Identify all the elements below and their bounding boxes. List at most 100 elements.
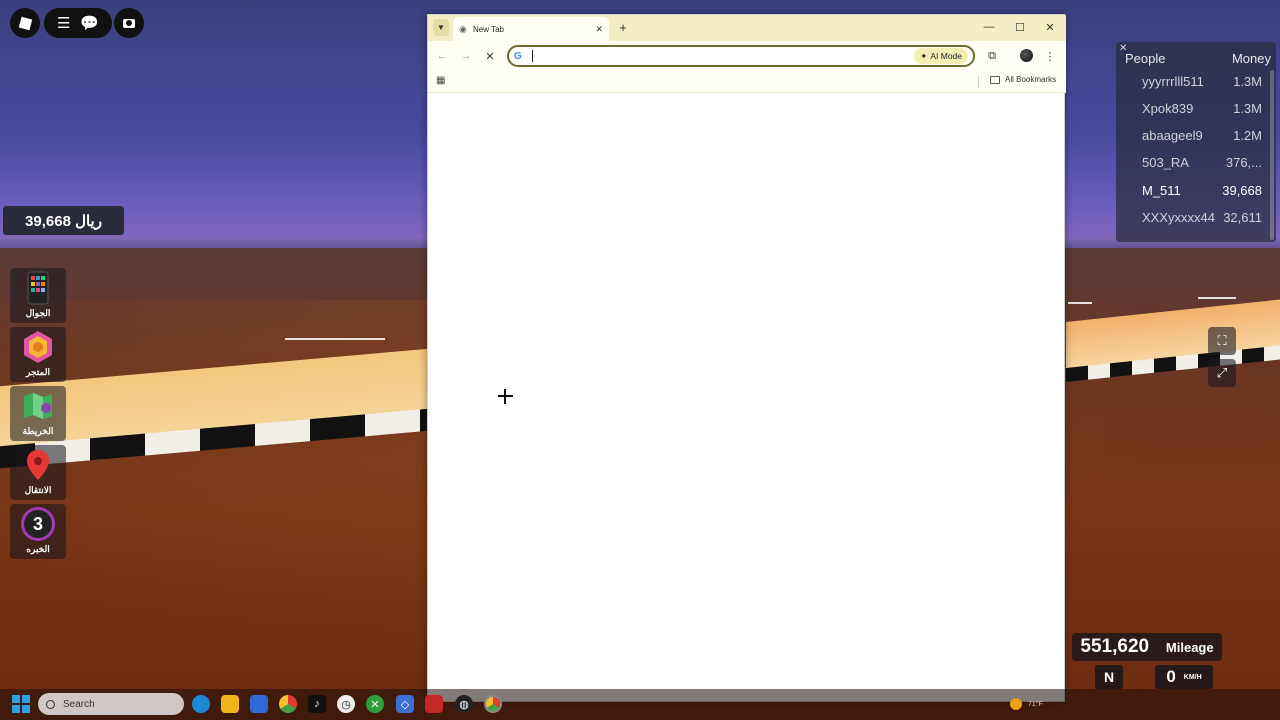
ai-mode-label: AI Mode	[930, 51, 962, 61]
fullscreen-button[interactable]: ⤢	[1208, 359, 1236, 387]
crosshair-cursor-icon	[498, 389, 513, 404]
money-display: 39,668 ريال	[3, 206, 124, 235]
side-item-label: الخبره	[26, 544, 50, 554]
browser-window: ▼ ◉ New Tab ✕ + — ☐ ✕ ← → ✕ G ✦ AI Mode …	[427, 14, 1066, 702]
more-menu-button[interactable]: ⋮	[1042, 48, 1058, 64]
sparkle-search-icon: ✦	[920, 50, 928, 61]
address-bar[interactable]: G ✦ AI Mode	[507, 45, 975, 67]
player-name: 503_RA	[1142, 155, 1189, 170]
phone-icon	[20, 270, 56, 306]
chevron-down-icon: ▼	[437, 23, 445, 32]
maximize-button[interactable]: ☐	[1010, 19, 1030, 35]
close-icon[interactable]: ✕	[595, 24, 603, 35]
location-pin-icon	[20, 447, 56, 483]
chrome-icon[interactable]	[279, 695, 297, 713]
tab-title: New Tab	[473, 24, 504, 34]
tab-search-button[interactable]: ▼	[433, 19, 449, 36]
roblox-app-icon[interactable]: ◇	[396, 695, 414, 713]
level-badge-icon: 3	[20, 506, 56, 542]
weather-temperature: 71°F	[1028, 700, 1043, 708]
level-number: 3	[21, 507, 55, 541]
tiktok-icon[interactable]: ♪	[308, 695, 326, 713]
profile-avatar[interactable]	[1020, 49, 1033, 62]
column-header-people: People	[1125, 51, 1166, 66]
google-g-icon: G	[514, 50, 522, 62]
xbox-icon[interactable]: ✕	[366, 695, 384, 713]
ai-mode-button[interactable]: ✦ AI Mode	[914, 48, 968, 64]
roblox-menu-button[interactable]	[10, 8, 40, 38]
leaderboard-row[interactable]: Xpok839 1.3M	[1142, 101, 1262, 116]
file-explorer-icon[interactable]	[221, 695, 239, 713]
leaderboard-header: People Money	[1125, 51, 1271, 66]
taskbar-search[interactable]: Search	[38, 693, 184, 715]
leaderboard-row[interactable]: M_511 39,668	[1142, 183, 1262, 198]
leaderboard-row[interactable]: 503_RA 376,...	[1142, 155, 1262, 170]
leaderboard-row[interactable]: abaageel9 1.2M	[1142, 128, 1262, 143]
side-menu: الجوال المتجر الخريطة الانتقال 3 الخبره	[10, 268, 66, 563]
address-input[interactable]	[533, 50, 915, 62]
store-app-icon[interactable]	[250, 695, 268, 713]
mileage-label: Mileage	[1165, 639, 1214, 655]
new-tab-button[interactable]: +	[615, 19, 631, 35]
menu-chat-pill: ☰ 💬	[44, 8, 112, 38]
puzzle-icon: ⧉	[988, 49, 996, 62]
mileage-value: 551,620	[1080, 636, 1150, 657]
player-money: 32,611	[1223, 210, 1262, 225]
stop-loading-button[interactable]: ✕	[482, 48, 498, 64]
tab-new-tab[interactable]: ◉ New Tab ✕	[453, 17, 609, 41]
hamburger-menu-icon[interactable]: ☰	[57, 14, 70, 32]
arrow-right-icon: →	[460, 50, 472, 62]
player-name: yyyrrrlll511	[1142, 74, 1204, 89]
plus-icon: +	[619, 19, 627, 35]
road-streak	[1068, 302, 1092, 304]
kebab-menu-icon: ⋮	[1044, 50, 1056, 63]
side-item-map[interactable]: الخريطة	[10, 386, 66, 441]
arrow-left-icon: ←	[436, 50, 448, 62]
edge-icon[interactable]	[192, 695, 210, 713]
chat-icon[interactable]: 💬	[80, 14, 99, 32]
compass: N	[1095, 665, 1123, 689]
minimize-button[interactable]: —	[979, 19, 999, 35]
search-icon	[46, 699, 55, 709]
side-item-teleport[interactable]: الانتقال	[10, 445, 66, 500]
side-item-xp[interactable]: 3 الخبره	[10, 504, 66, 559]
close-icon: ✕	[1045, 21, 1055, 34]
close-window-button[interactable]: ✕	[1040, 19, 1060, 35]
page-viewport[interactable]	[428, 94, 1064, 701]
folder-icon	[990, 75, 1000, 84]
close-icon: ✕	[485, 50, 495, 63]
leaderboard-row[interactable]: yyyrrrlll511 1.3M	[1142, 74, 1262, 89]
leaderboard-row[interactable]: XXXyxxxx44 32,611	[1142, 210, 1262, 225]
road-streak	[1198, 297, 1236, 299]
leaderboard-scrollbar[interactable]	[1270, 70, 1274, 240]
player-money: 376,...	[1225, 155, 1262, 170]
bookmarks-bar: ▦ All Bookmarks	[428, 71, 1066, 93]
side-item-label: الخريطة	[22, 426, 54, 436]
column-header-money: Money	[1231, 51, 1271, 66]
side-item-phone[interactable]: الجوال	[10, 268, 66, 323]
forward-button[interactable]: →	[458, 48, 474, 64]
apps-grid-icon[interactable]: ▦	[436, 75, 445, 86]
maximize-icon: ☐	[1015, 21, 1025, 34]
player-money: 1.3M	[1233, 74, 1262, 89]
camera-frame-icon: ⛶	[1217, 333, 1227, 348]
chrome-active-icon[interactable]	[484, 695, 502, 713]
side-item-store[interactable]: المتجر	[10, 327, 66, 382]
all-bookmarks-button[interactable]: All Bookmarks	[990, 75, 1056, 84]
selfie-mode-button[interactable]: ⛶	[1208, 327, 1236, 355]
side-item-label: الانتقال	[24, 485, 52, 495]
bookmarks-separator	[978, 76, 979, 88]
weather-sun-icon[interactable]	[1010, 698, 1022, 710]
speedometer: 0 KM/H	[1155, 665, 1213, 689]
browser-toolbar: ← → ✕ G ✦ AI Mode ⧉ ⋮	[428, 41, 1066, 71]
windows-start-icon[interactable]	[12, 695, 30, 713]
obs-icon[interactable]: ◍	[455, 695, 473, 713]
screenshot-button[interactable]	[114, 8, 144, 38]
recorder-app-icon[interactable]	[425, 695, 443, 713]
side-item-label: المتجر	[26, 367, 50, 377]
speed-value: 0	[1166, 667, 1176, 686]
back-button[interactable]: ←	[434, 48, 450, 64]
extensions-button[interactable]: ⧉	[984, 48, 1000, 64]
player-money: 1.2M	[1233, 128, 1262, 143]
clock-app-icon[interactable]: ◷	[337, 695, 355, 713]
